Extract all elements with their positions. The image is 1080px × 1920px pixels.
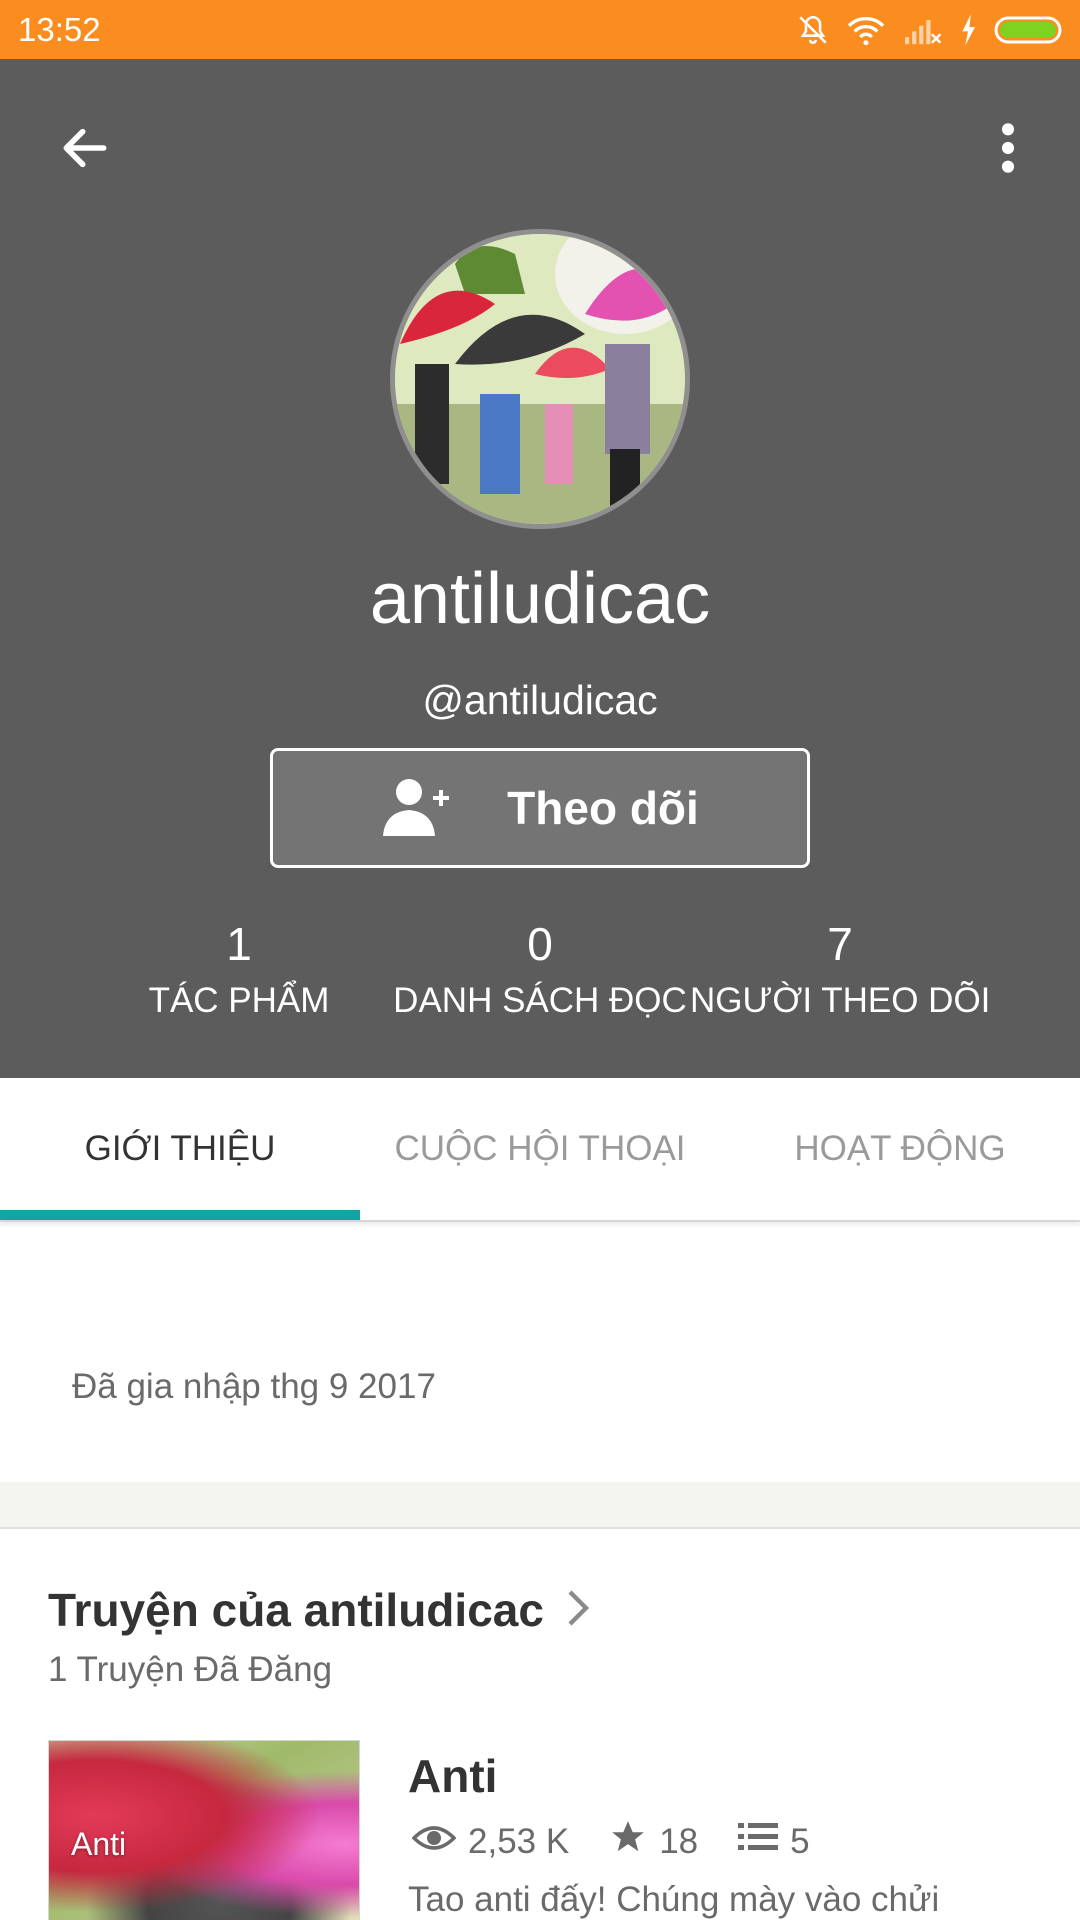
stat-followers-label: NGƯỜI THEO DÕI <box>690 981 991 1020</box>
avatar[interactable] <box>390 229 690 529</box>
add-person-icon <box>381 774 451 843</box>
back-button[interactable] <box>50 115 120 185</box>
tab-conversations[interactable]: CUỘC HỘI THOẠI <box>360 1078 720 1220</box>
status-time: 13:52 <box>18 11 101 48</box>
display-name: antiludicac <box>369 559 711 639</box>
story-reads: 2,53 K <box>411 1821 570 1862</box>
story-votes-value: 18 <box>659 1821 699 1861</box>
tab-activity[interactable]: HOẠT ĐỘNG <box>720 1078 1080 1220</box>
bell-muted-icon <box>796 13 830 47</box>
arrow-back-icon <box>57 120 113 181</box>
section-divider <box>0 1482 1080 1529</box>
story-description: Tao anti đấy! Chúng mày vào chửi <box>408 1880 940 1919</box>
story-votes: 18 <box>609 1818 698 1865</box>
joined-date: Đã gia nhập thg 9 2017 <box>72 1367 436 1406</box>
stat-reading-lists-label: DANH SÁCH ĐỌC <box>393 981 687 1020</box>
stat-works-label: TÁC PHẨM <box>148 981 330 1020</box>
stories-title: Truyện của antiludicac <box>48 1584 544 1636</box>
list-icon <box>738 1821 779 1862</box>
stat-works[interactable]: 1 TÁC PHẨM <box>89 916 389 1026</box>
status-bar: 13:52 <box>0 0 1080 59</box>
profile-tabs: GIỚI THIỆU CUỘC HỘI THOẠI HOẠT ĐỘNG <box>0 1078 1080 1222</box>
username: @antiludicac <box>422 677 658 723</box>
chevron-right-icon <box>566 1588 590 1633</box>
story-parts: 5 <box>738 1821 810 1862</box>
battery-icon <box>994 13 1066 47</box>
stat-works-value: 1 <box>226 918 252 970</box>
story-reads-value: 2,53 K <box>468 1821 570 1861</box>
more-options-button[interactable] <box>980 115 1036 185</box>
star-icon <box>609 1818 647 1865</box>
story-cover-title: Anti <box>71 1826 127 1862</box>
stories-header[interactable]: Truyện của antiludicac <box>48 1580 590 1640</box>
more-vertical-icon <box>998 120 1018 181</box>
story-parts-value: 5 <box>790 1821 810 1861</box>
profile-header: antiludicac @antiludicac Theo dõi 1 TÁC … <box>0 59 1080 1078</box>
stat-followers[interactable]: 7 NGƯỜI THEO DÕI <box>690 916 990 1026</box>
stat-followers-value: 7 <box>827 918 853 970</box>
eye-icon <box>411 1822 457 1862</box>
stories-count: 1 Truyện Đã Đăng <box>48 1650 333 1689</box>
story-meta: 2,53 K 18 5 <box>411 1818 850 1865</box>
signal-off-icon <box>902 13 942 47</box>
charging-icon <box>958 13 978 47</box>
follow-button-label: Theo dõi <box>507 782 699 834</box>
tab-active-indicator <box>0 1210 360 1220</box>
story-cover[interactable]: Anti <box>48 1740 360 1920</box>
stat-reading-lists-value: 0 <box>527 918 553 970</box>
stat-reading-lists[interactable]: 0 DANH SÁCH ĐỌC <box>390 916 690 1026</box>
wifi-icon <box>846 13 886 47</box>
tab-about[interactable]: GIỚI THIỆU <box>0 1078 360 1220</box>
follow-button[interactable]: Theo dõi <box>270 748 810 868</box>
status-icons <box>796 10 1066 50</box>
story-title[interactable]: Anti <box>408 1746 497 1806</box>
